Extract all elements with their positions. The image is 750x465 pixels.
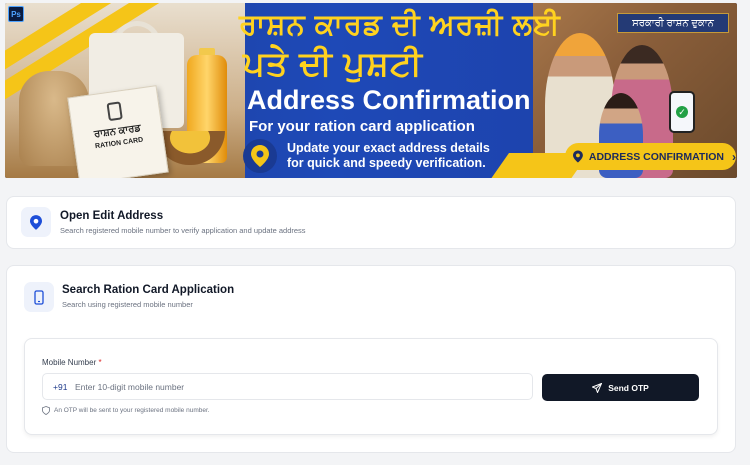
send-otp-button[interactable]: Send OTP: [542, 374, 699, 401]
required-asterisk: *: [98, 358, 102, 367]
location-pin-icon: [573, 150, 583, 163]
phone-icon: ✓: [669, 91, 695, 133]
send-icon: [592, 382, 603, 393]
open-edit-address-card[interactable]: [6, 196, 736, 249]
banner-desc-line2: for quick and speedy verification.: [287, 156, 486, 170]
mobile-number-label: Mobile Number *: [42, 358, 102, 367]
mobile-number-label-text: Mobile Number: [42, 358, 97, 367]
ration-card-image: ਰਾਸ਼ਨ ਕਾਰਡ RATION CARD: [67, 85, 169, 178]
banner-title: Address Confirmation: [247, 85, 531, 115]
otp-hint-text: An OTP will be sent to your registered m…: [54, 407, 210, 414]
shield-icon: [42, 406, 50, 415]
photoshop-icon: Ps: [8, 6, 24, 22]
location-pin-icon: [21, 207, 51, 237]
country-code-prefix: +91: [53, 381, 68, 392]
banner-description: Update your exact address details for qu…: [287, 141, 490, 171]
send-otp-label: Send OTP: [608, 382, 649, 393]
address-confirmation-button[interactable]: ADDRESS CONFIRMATION ›: [565, 143, 736, 170]
mobile-number-input[interactable]: [73, 375, 503, 398]
check-icon: ✓: [676, 106, 688, 118]
banner-punjabi-line1: ਰਾਸ਼ਨ ਕਾਰਡ ਦੀ ਅਰਜ਼ੀ ਲਈ: [239, 9, 561, 41]
search-application-title: Search Ration Card Application: [62, 284, 235, 296]
banner-subtitle: For your ration card application: [249, 118, 475, 135]
edit-address-title: Open Edit Address: [60, 210, 164, 222]
address-confirmation-label: ADDRESS CONFIRMATION: [588, 150, 724, 163]
mobile-number-field[interactable]: +91: [42, 373, 533, 400]
banner-punjabi-line2: ਪਤੇ ਦੀ ਪੁਸ਼ਟੀ: [243, 45, 423, 83]
search-application-subtitle: Search using registered mobile number: [62, 300, 193, 309]
mobile-phone-icon: [24, 282, 54, 312]
emblem-icon: [106, 101, 123, 122]
location-pin-icon: [243, 139, 277, 173]
banner-desc-line1: Update your exact address details: [287, 141, 490, 155]
shop-sign: ਸਰਕਾਰੀ ਰਾਸ਼ਨ ਦੁਕਾਨ: [617, 13, 729, 33]
address-confirmation-banner[interactable]: ਰਾਸ਼ਨ ਕਾਰਡ RATION CARD Ps ਸਰਕਾਰੀ ਰਾਸ਼ਨ ਦ…: [5, 3, 737, 178]
edit-address-subtitle: Search registered mobile number to verif…: [60, 226, 306, 235]
chevron-right-icon: ›: [732, 149, 736, 164]
otp-hint: An OTP will be sent to your registered m…: [42, 406, 210, 415]
